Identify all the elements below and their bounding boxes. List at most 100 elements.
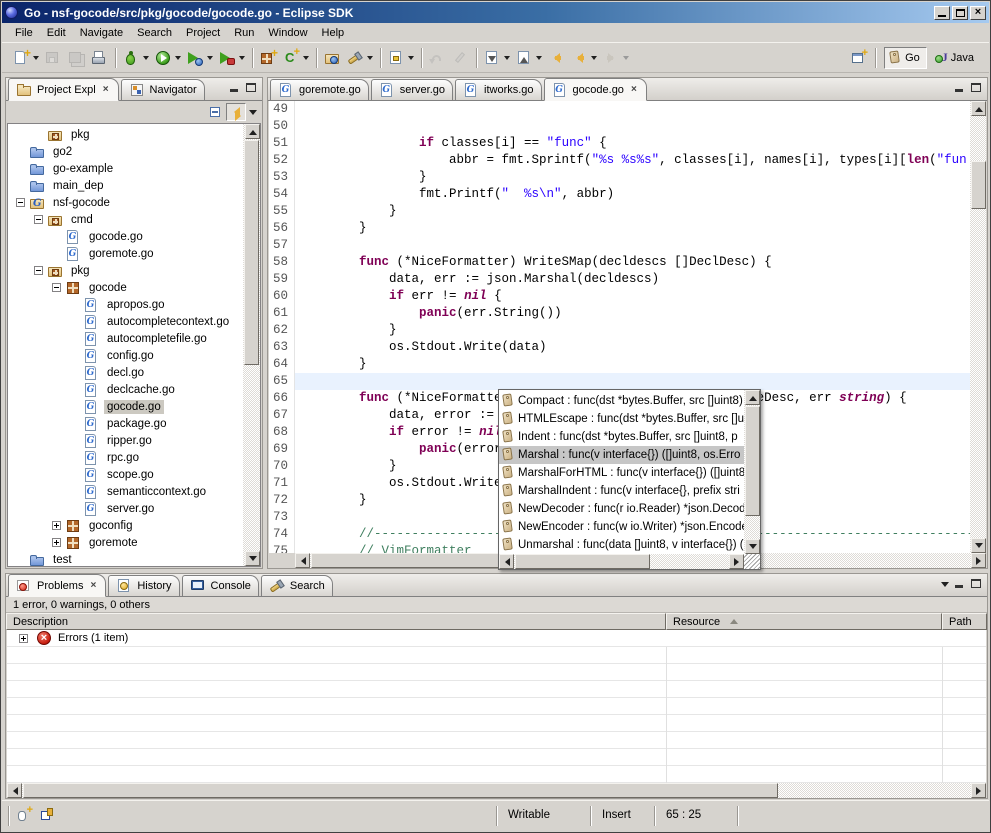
expand-toggle[interactable] <box>52 538 61 547</box>
minimize-view-button[interactable] <box>952 81 968 95</box>
dropdown-arrow-icon[interactable] <box>504 56 510 63</box>
tree-item[interactable]: config.go <box>8 347 243 364</box>
tree-item[interactable]: test <box>8 551 243 566</box>
tab-goremote[interactable]: goremote.go × <box>270 79 369 100</box>
tab-history[interactable]: History × <box>108 575 179 596</box>
print-button[interactable] <box>89 48 110 68</box>
completion-vscrollbar[interactable] <box>744 390 760 554</box>
expand-toggle[interactable] <box>16 198 25 207</box>
swap-editor-button[interactable] <box>40 807 57 823</box>
fast-view-button[interactable] <box>16 807 33 823</box>
maximize-view-button[interactable] <box>243 81 259 95</box>
new-go-package-button[interactable] <box>258 48 279 68</box>
menubar-item[interactable]: Search <box>130 25 179 41</box>
scroll-up-button[interactable] <box>745 390 760 405</box>
format-button[interactable] <box>450 48 471 68</box>
maximize-view-button[interactable] <box>968 81 984 95</box>
completion-item[interactable]: Unmarshal : func(data []uint8, v interfa… <box>499 536 744 554</box>
errors-group-row[interactable]: Errors (1 item) <box>7 630 986 647</box>
column-resource[interactable]: Resource <box>666 613 942 630</box>
scroll-thumb[interactable] <box>23 783 778 798</box>
tree-item[interactable]: gocode.go <box>8 228 243 245</box>
completion-item[interactable]: NewDecoder : func(r io.Reader) *json.Dec… <box>499 500 744 518</box>
window-minimize-button[interactable] <box>934 6 950 20</box>
menubar-item[interactable]: File <box>8 25 40 41</box>
tree-item[interactable]: nsf-gocode <box>8 194 243 211</box>
expand-toggle[interactable] <box>19 634 28 643</box>
last-edit-location-button[interactable] <box>546 48 567 68</box>
completion-hscrollbar[interactable] <box>499 554 744 569</box>
expand-toggle[interactable] <box>52 283 61 292</box>
completion-item[interactable]: NewEncoder : func(w io.Writer) *json.Enc… <box>499 518 744 536</box>
scroll-left-button[interactable] <box>295 553 310 568</box>
scroll-thumb[interactable] <box>971 161 986 209</box>
scroll-down-button[interactable] <box>971 538 986 553</box>
perspective-java[interactable]: Java <box>930 47 981 69</box>
dropdown-arrow-icon[interactable] <box>623 56 629 63</box>
dropdown-arrow-icon[interactable] <box>408 56 414 63</box>
open-perspective-button[interactable] <box>849 48 870 68</box>
run-button[interactable] <box>153 48 183 68</box>
tab-server[interactable]: server.go × <box>371 79 453 100</box>
tree-item[interactable]: pkg <box>8 262 243 279</box>
expand-toggle[interactable] <box>34 215 43 224</box>
column-description[interactable]: Description <box>6 613 666 630</box>
tree-item[interactable]: goremote.go <box>8 245 243 262</box>
tree-item[interactable]: ripper.go <box>8 432 243 449</box>
dropdown-arrow-icon[interactable] <box>367 56 373 63</box>
menubar-item[interactable]: Edit <box>40 25 73 41</box>
close-icon[interactable]: × <box>629 84 639 96</box>
tab-gocode[interactable]: gocode.go × <box>544 78 647 101</box>
scroll-thumb[interactable] <box>745 406 760 516</box>
tree-item[interactable]: goconfig <box>8 517 243 534</box>
tab-project-explorer[interactable]: Project Expl × <box>8 78 119 101</box>
completion-item[interactable]: Marshal : func(v interface{}) ([]uint8, … <box>499 446 744 464</box>
tree-item[interactable]: main_dep <box>8 177 243 194</box>
completion-item[interactable]: MarshalIndent : func(v interface{}, pref… <box>499 482 744 500</box>
minimize-view-button[interactable] <box>952 577 968 591</box>
tree-item[interactable]: goremote <box>8 534 243 551</box>
dropdown-arrow-icon[interactable] <box>207 56 213 63</box>
tree-item[interactable]: rpc.go <box>8 449 243 466</box>
tab-itworks[interactable]: itworks.go × <box>455 79 542 100</box>
dropdown-arrow-icon[interactable] <box>33 56 39 63</box>
new-button[interactable] <box>11 48 41 68</box>
dropdown-arrow-icon[interactable] <box>143 56 149 63</box>
dropdown-arrow-icon[interactable] <box>175 56 181 63</box>
back-button[interactable] <box>569 48 599 68</box>
resize-grip[interactable] <box>744 554 760 569</box>
tree-item[interactable]: pkg <box>8 126 243 143</box>
forward-button[interactable] <box>601 48 631 68</box>
maximize-view-button[interactable] <box>968 577 984 591</box>
tree-item[interactable]: declcache.go <box>8 381 243 398</box>
completion-item[interactable]: MarshalForHTML : func(v interface{}) ([]… <box>499 464 744 482</box>
dropdown-arrow-icon[interactable] <box>239 56 245 63</box>
scroll-thumb[interactable] <box>244 140 259 365</box>
tree-item[interactable]: apropos.go <box>8 296 243 313</box>
dropdown-arrow-icon[interactable] <box>536 56 542 63</box>
close-icon[interactable]: × <box>88 580 98 592</box>
scroll-left-button[interactable] <box>499 554 514 569</box>
tree-item[interactable]: gocode.go <box>8 398 243 415</box>
tree-item[interactable]: go-example <box>8 160 243 177</box>
menubar-item[interactable]: Run <box>227 25 261 41</box>
save-all-button[interactable] <box>66 48 87 68</box>
search-button[interactable] <box>345 48 375 68</box>
scroll-right-button[interactable] <box>729 554 744 569</box>
tree-item[interactable]: semanticcontext.go <box>8 483 243 500</box>
problems-hscrollbar[interactable] <box>7 783 986 798</box>
minimize-view-button[interactable] <box>227 81 243 95</box>
completion-item[interactable]: HTMLEscape : func(dst *bytes.Buffer, src… <box>499 410 744 428</box>
column-path[interactable]: Path <box>942 613 987 630</box>
scroll-right-button[interactable] <box>971 553 986 568</box>
tab-console[interactable]: Console × <box>182 575 259 596</box>
next-annotation-button[interactable] <box>482 48 512 68</box>
completion-item[interactable]: Compact : func(dst *bytes.Buffer, src []… <box>499 392 744 410</box>
tab-search[interactable]: Search × <box>261 575 333 596</box>
menubar-item[interactable]: Help <box>315 25 352 41</box>
tree-item[interactable]: gocode <box>8 279 243 296</box>
toggle-annotation-button[interactable] <box>386 48 416 68</box>
tree-item[interactable]: scope.go <box>8 466 243 483</box>
dropdown-arrow-icon[interactable] <box>591 56 597 63</box>
dropdown-arrow-icon[interactable] <box>303 56 309 63</box>
